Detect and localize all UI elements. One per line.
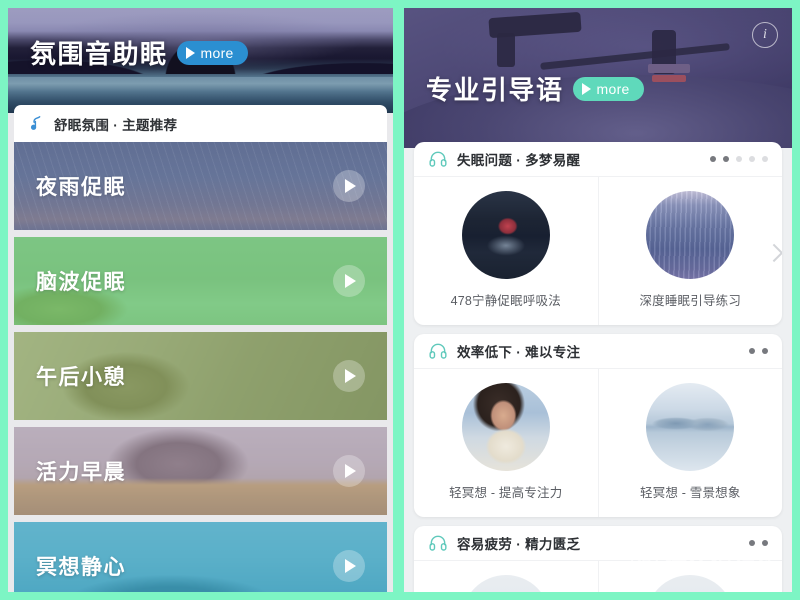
guide-group: 失眠问题 · 多梦易醒 478宁静促眠呼吸法 深度睡眠引导练习 xyxy=(414,142,782,325)
track-title: 活力早晨 xyxy=(36,461,126,484)
snow-lake-thumb xyxy=(646,383,735,471)
woman-reading-thumb xyxy=(461,383,550,471)
pagination-dot[interactable] xyxy=(749,540,755,546)
track-row[interactable]: 午后小憩 xyxy=(14,332,387,420)
left-section-sheet: 舒眠氛围 · 主题推荐 xyxy=(14,105,387,142)
right-more-button[interactable]: more xyxy=(572,76,644,101)
guide-item[interactable]: 478宁静促眠呼吸法 xyxy=(414,177,598,325)
right-hero-banner: i 专业引导语 more xyxy=(404,8,792,148)
guide-group: 容易疲劳 · 精力匮乏 xyxy=(414,526,782,592)
headphone-icon xyxy=(428,533,448,553)
pagination-dots xyxy=(749,348,768,354)
track-title: 午后小憩 xyxy=(36,366,126,389)
guide-group-label: 效率低下 · 难以专注 xyxy=(457,345,581,360)
guide-item[interactable]: 深度睡眠引导练习 xyxy=(597,177,783,325)
guide-item[interactable] xyxy=(597,561,783,592)
left-hero-title: 氛围音助眠 xyxy=(30,39,168,69)
pagination-dot[interactable] xyxy=(736,156,742,162)
left-hero-title-row: 氛围音助眠 more xyxy=(30,34,248,71)
guide-group-body: 轻冥想 - 提高专注力 轻冥想 - 雪景想象 xyxy=(414,368,782,517)
play-icon xyxy=(185,46,195,59)
blank-thumb xyxy=(646,575,735,592)
track-row[interactable]: 脑波促眠 xyxy=(14,237,387,325)
hot-air-balloon-thumb xyxy=(461,191,550,279)
track-play-button[interactable] xyxy=(333,265,365,297)
right-hero-title-row: 专业引导语 more xyxy=(426,70,644,107)
headphone-icon xyxy=(428,341,448,361)
left-phone-panel: 氛围音助眠 more 舒眠氛围 · 主题推荐 夜雨促眠 脑波促眠 午后小憩 活力… xyxy=(8,8,393,592)
left-section-header: 舒眠氛围 · 主题推荐 xyxy=(14,105,387,142)
track-row[interactable]: 冥想静心 xyxy=(14,522,387,592)
pagination-dot[interactable] xyxy=(762,156,768,162)
track-title: 夜雨促眠 xyxy=(36,176,126,199)
track-title: 冥想静心 xyxy=(36,556,126,579)
screenshot-stage: 氛围音助眠 more 舒眠氛围 · 主题推荐 夜雨促眠 脑波促眠 午后小憩 活力… xyxy=(0,0,800,600)
pagination-dot[interactable] xyxy=(749,156,755,162)
pagination-dots xyxy=(710,156,768,162)
track-play-button[interactable] xyxy=(333,360,365,392)
ocean-waves-thumb xyxy=(646,191,735,279)
guide-group-header: 效率低下 · 难以专注 xyxy=(414,334,782,368)
left-track-list: 夜雨促眠 脑波促眠 午后小憩 活力早晨 冥想静心 xyxy=(8,142,393,592)
track-play-button[interactable] xyxy=(333,170,365,202)
guide-item[interactable] xyxy=(414,561,598,592)
play-icon xyxy=(345,179,356,193)
track-play-button[interactable] xyxy=(333,455,365,487)
left-more-button[interactable]: more xyxy=(176,40,248,65)
play-icon xyxy=(345,274,356,288)
guide-group-header: 容易疲劳 · 精力匮乏 xyxy=(414,526,782,560)
pagination-dot[interactable] xyxy=(723,156,729,162)
pagination-dot[interactable] xyxy=(762,540,768,546)
pagination-dot[interactable] xyxy=(762,348,768,354)
play-icon xyxy=(345,369,356,383)
right-more-label: more xyxy=(596,80,630,97)
info-icon-label: i xyxy=(763,27,767,42)
guide-item-caption: 深度睡眠引导练习 xyxy=(639,294,742,308)
pagination-dot[interactable] xyxy=(749,348,755,354)
play-icon xyxy=(345,464,356,478)
track-row[interactable]: 夜雨促眠 xyxy=(14,142,387,230)
guide-item-caption: 轻冥想 - 雪景想象 xyxy=(639,486,741,500)
guide-item-caption: 478宁静促眠呼吸法 xyxy=(450,294,561,308)
info-icon[interactable]: i xyxy=(752,22,778,48)
track-title: 脑波促眠 xyxy=(36,271,126,294)
track-row[interactable]: 活力早晨 xyxy=(14,427,387,515)
headphone-icon xyxy=(428,149,448,169)
right-hero-title: 专业引导语 xyxy=(426,75,564,105)
blank-thumb xyxy=(461,575,550,592)
guide-group-header: 失眠问题 · 多梦易醒 xyxy=(414,142,782,176)
guide-item[interactable]: 轻冥想 - 提高专注力 xyxy=(414,369,598,517)
guide-group-label: 容易疲劳 · 精力匮乏 xyxy=(457,537,581,552)
guide-item-caption: 轻冥想 - 提高专注力 xyxy=(449,486,563,500)
guide-group-body xyxy=(414,560,782,592)
guide-group-body: 478宁静促眠呼吸法 深度睡眠引导练习 xyxy=(414,176,782,325)
track-play-button[interactable] xyxy=(333,550,365,582)
left-more-label: more xyxy=(200,44,234,61)
pagination-dot[interactable] xyxy=(710,156,716,162)
play-icon xyxy=(581,82,591,95)
guide-item[interactable]: 轻冥想 - 雪景想象 xyxy=(597,369,783,517)
left-hero-banner: 氛围音助眠 more xyxy=(8,8,393,113)
guide-group-label: 失眠问题 · 多梦易醒 xyxy=(457,153,581,168)
play-icon xyxy=(345,559,356,573)
right-phone-panel: i 专业引导语 more 失眠问题 · 多梦易醒 478宁静促眠呼吸法 深度睡眠… xyxy=(404,8,792,592)
left-section-label: 舒眠氛围 · 主题推荐 xyxy=(54,117,178,133)
guide-group: 效率低下 · 难以专注 轻冥想 - 提高专注力 轻冥想 - 雪景想象 xyxy=(414,334,782,517)
pagination-dots xyxy=(749,540,768,546)
music-note-icon xyxy=(27,114,46,133)
